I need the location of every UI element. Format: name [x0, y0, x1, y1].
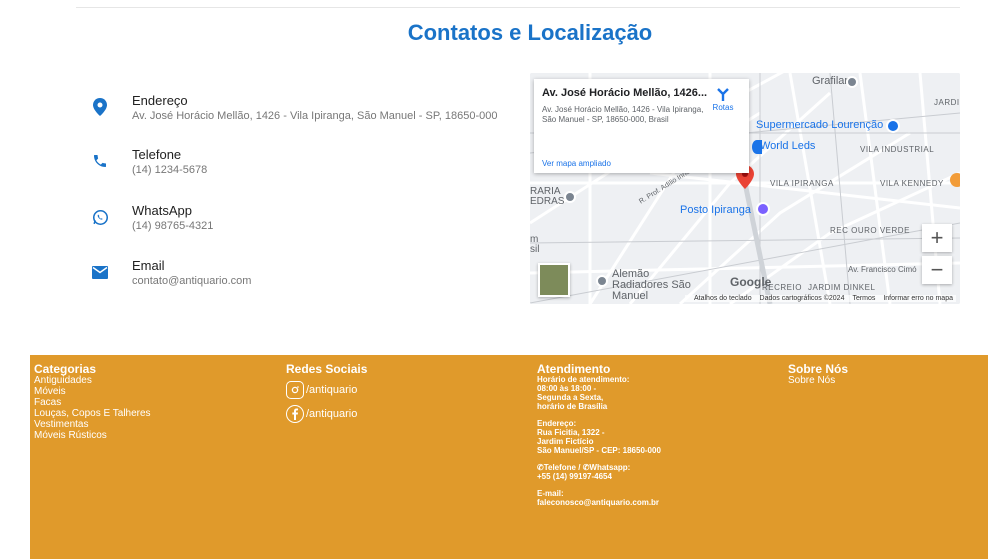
email-icon — [90, 262, 110, 282]
poi-marker-icon — [950, 173, 960, 187]
footer-heading: Categorias — [34, 362, 97, 376]
directions-button[interactable]: Rotas — [703, 87, 743, 112]
hours-label: Horário de atendimento: — [537, 375, 630, 384]
map-partial-label: EDRAS — [530, 196, 565, 207]
category-link[interactable]: Móveis — [34, 386, 151, 397]
category-link[interactable]: Móveis Rústicos — [34, 430, 151, 441]
contact-label: Telefone — [132, 147, 182, 162]
footer-about: Sobre Nós Sobre Nós — [788, 363, 848, 386]
map-data-label: Dados cartográficos ©2024 — [759, 295, 845, 302]
footer-service: Atendimento Horário de atendimento: 08:0… — [537, 363, 661, 507]
map-place-label: Supermercado Lourenção — [756, 119, 884, 131]
map-neighborhood: REC OURO VERDE — [830, 226, 910, 235]
contact-phone: Telefone (14) 1234-5678 — [90, 147, 510, 183]
location-pin-icon — [90, 97, 110, 117]
map-neighborhood: VILA KENNEDY — [880, 179, 944, 188]
top-divider — [76, 7, 960, 8]
zoom-out-button[interactable]: − — [922, 256, 952, 284]
section-title: Contatos e Localização — [407, 20, 653, 45]
map-attribution: Atalhos do teclado Dados cartográficos ©… — [684, 295, 956, 302]
embedded-map[interactable]: Grafilar JARDI Supermercado Lourenção Wo… — [530, 73, 960, 304]
email-value[interactable]: faleconosco@antiquario.com.br — [537, 498, 661, 507]
satellite-toggle-button[interactable] — [538, 263, 570, 297]
poi-marker-icon — [596, 275, 608, 287]
footer-heading: Redes Sociais — [286, 362, 368, 376]
address-line: Jardim Fictício — [537, 437, 594, 446]
map-neighborhood: JARDI — [934, 98, 960, 107]
facebook-handle: /antiquario — [306, 408, 358, 420]
map-partial-label: sil — [530, 244, 540, 255]
contact-label: Endereço — [132, 93, 188, 108]
footer: Categorias Antiguidades Móveis Facas Lou… — [30, 355, 988, 559]
map-place-label: Grafilar — [812, 75, 849, 87]
phone-whatsapp-label: ✆Telefone / ✆Whatsapp: — [537, 463, 661, 472]
phone-value[interactable]: +55 (14) 99197-4654 — [537, 472, 661, 481]
footer-categories: Categorias Antiguidades Móveis Facas Lou… — [34, 363, 151, 441]
phone-small-icon: ✆ — [537, 463, 544, 472]
directions-label: Rotas — [712, 103, 734, 112]
map-place-label: World Leds — [760, 140, 816, 152]
about-link[interactable]: Sobre Nós — [788, 375, 848, 386]
category-link[interactable]: Facas — [34, 397, 151, 408]
gas-station-icon — [756, 202, 770, 216]
map-street-label: Av. Francisco Cimó — [848, 265, 917, 274]
contact-label: Email — [132, 258, 165, 273]
phone-label: Telefone / — [543, 463, 581, 472]
category-link[interactable]: Louças, Copos E Talheres — [34, 408, 151, 419]
contact-label: WhatsApp — [132, 203, 192, 218]
map-neighborhood: JARDIM DINKEL — [808, 283, 876, 292]
email-label: E-mail: — [537, 489, 564, 498]
contact-email: Email contato@antiquario.com — [90, 258, 510, 294]
report-error-link[interactable]: Informar erro no mapa — [883, 295, 953, 302]
hours-line: Segunda a Sexta, — [537, 393, 604, 402]
map-card-title: Av. José Horácio Mellão, 1426... — [542, 87, 707, 99]
view-larger-map-link[interactable]: Ver mapa ampliado — [542, 159, 611, 168]
category-link[interactable]: Vestimentas — [34, 419, 151, 430]
poi-marker-icon — [846, 76, 858, 88]
footer-social: Redes Sociais /antiquario /antiquario — [286, 363, 367, 423]
hours-line: 08:00 às 18:00 - — [537, 384, 597, 393]
contact-whatsapp: WhatsApp (14) 98765-4321 — [90, 203, 510, 239]
address-line: São Manuel/SP - CEP: 18650-000 — [537, 446, 661, 455]
footer-heading: Sobre Nós — [788, 362, 849, 376]
directions-icon — [717, 88, 729, 101]
map-place-label: Posto Ipiranga — [680, 204, 751, 216]
address-label: Endereço: — [537, 419, 577, 428]
contact-value: Av. José Horácio Mellão, 1426 - Vila Ipi… — [132, 110, 498, 122]
google-logo: Google — [730, 275, 772, 289]
keyboard-shortcuts-link[interactable]: Atalhos do teclado — [694, 295, 752, 302]
map-neighborhood: VILA IPIRANGA — [770, 179, 834, 188]
contact-value: (14) 1234-5678 — [132, 164, 208, 176]
category-link[interactable]: Antiguidades — [34, 375, 151, 386]
phone-icon — [90, 151, 110, 171]
whatsapp-icon — [90, 207, 110, 227]
contact-value: (14) 98765-4321 — [132, 220, 214, 232]
terms-link[interactable]: Termos — [852, 295, 875, 302]
shop-marker-icon — [886, 119, 900, 133]
map-info-card: Av. José Horácio Mellão, 1426... Av. Jos… — [534, 79, 749, 173]
zoom-in-button[interactable]: + — [922, 224, 952, 252]
instagram-link[interactable]: /antiquario — [286, 381, 367, 399]
hours-line: horário de Brasília — [537, 402, 608, 411]
instagram-handle: /antiquario — [306, 384, 358, 396]
map-neighborhood: VILA INDUSTRIAL — [860, 145, 935, 154]
footer-heading: Atendimento — [537, 362, 611, 376]
address-line: Rua Ficitia, 1322 - — [537, 428, 605, 437]
poi-marker-icon — [564, 191, 576, 203]
contact-value: contato@antiquario.com — [132, 275, 252, 287]
contact-address: Endereço Av. José Horácio Mellão, 1426 -… — [90, 93, 510, 129]
facebook-link[interactable]: /antiquario — [286, 405, 367, 423]
instagram-icon — [286, 381, 304, 399]
map-card-address: Av. José Horácio Mellão, 1426 - Vila Ipi… — [542, 105, 704, 124]
facebook-icon — [286, 405, 304, 423]
whatsapp-label: Whatsapp: — [589, 463, 631, 472]
